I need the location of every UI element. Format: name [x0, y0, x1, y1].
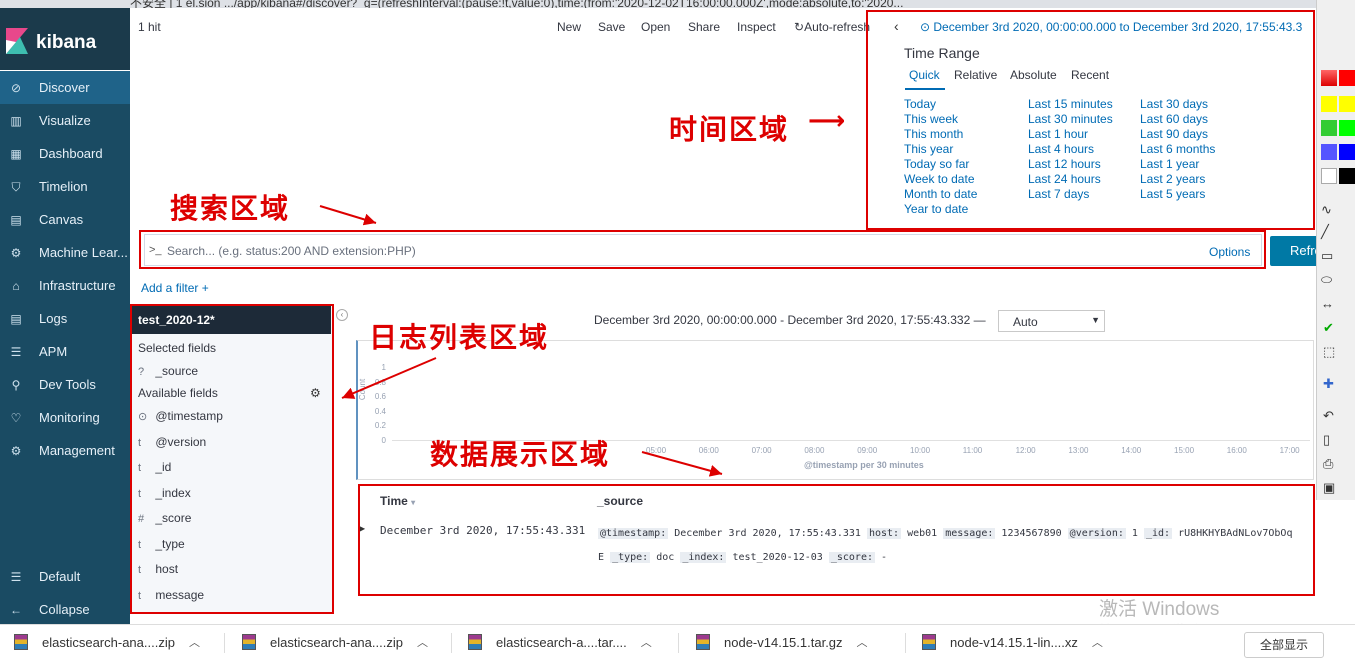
- print-icon[interactable]: ⎙: [1323, 456, 1333, 472]
- download-item[interactable]: node-v14.15.1.tar.gz ︿: [696, 625, 868, 659]
- color-green-2[interactable]: [1339, 120, 1355, 136]
- document-icon[interactable]: ▯: [1323, 432, 1330, 448]
- archive-icon: [696, 634, 710, 650]
- chevron-up-icon[interactable]: ︿: [641, 634, 652, 650]
- arrow-search: [319, 205, 377, 226]
- chevron-up-icon[interactable]: ︿: [1092, 634, 1103, 650]
- divider: [451, 633, 452, 653]
- arrow-icon[interactable]: ↔: [1321, 296, 1334, 311]
- download-item[interactable]: node-v14.15.1-lin....xz ︿: [922, 625, 1103, 659]
- drawing-palette: ∿ ╱ ▭ ⬭ ↔ ✔ ⬚ ✚ ↶ ▯ ⎙ ▣: [1316, 0, 1355, 500]
- curve-icon[interactable]: ∿: [1321, 202, 1332, 218]
- line-icon[interactable]: ╱: [1321, 224, 1329, 240]
- arrow-data: [641, 451, 723, 477]
- archive-icon: [14, 634, 28, 650]
- chevron-up-icon[interactable]: ︿: [857, 634, 868, 650]
- ellipse-icon[interactable]: ⬭: [1321, 272, 1332, 288]
- download-bar: elasticsearch-ana....zip ︿ elasticsearch-…: [0, 624, 1355, 658]
- color-red-2[interactable]: [1339, 70, 1355, 86]
- image-icon[interactable]: ▣: [1323, 480, 1335, 496]
- color-green[interactable]: [1321, 120, 1337, 136]
- archive-icon: [242, 634, 256, 650]
- divider: [678, 633, 679, 653]
- color-blue-2[interactable]: [1339, 144, 1355, 160]
- activation-watermark-title: 激活 Windows: [1099, 599, 1220, 620]
- color-black[interactable]: [1339, 168, 1355, 184]
- download-item[interactable]: elasticsearch-a....tar.... ︿: [468, 625, 652, 659]
- rectangle-icon[interactable]: ▭: [1321, 248, 1333, 264]
- color-white[interactable]: [1321, 168, 1337, 184]
- check-icon[interactable]: ✔: [1323, 320, 1334, 336]
- chevron-up-icon[interactable]: ︿: [189, 634, 200, 650]
- crop-icon[interactable]: ⬚: [1323, 344, 1335, 360]
- archive-icon: [922, 634, 936, 650]
- divider: [905, 633, 906, 653]
- download-item[interactable]: elasticsearch-ana....zip ︿: [242, 625, 428, 659]
- plus-icon[interactable]: ✚: [1323, 376, 1334, 392]
- arrow-fields: [341, 357, 437, 399]
- color-yellow[interactable]: [1321, 96, 1337, 112]
- color-yellow-2[interactable]: [1339, 96, 1355, 112]
- archive-icon: [468, 634, 482, 650]
- divider: [224, 633, 225, 653]
- undo-icon[interactable]: ↶: [1323, 408, 1334, 424]
- show-all-downloads-button[interactable]: 全部显示: [1244, 632, 1324, 658]
- download-item[interactable]: elasticsearch-ana....zip ︿: [14, 625, 200, 659]
- color-blue[interactable]: [1321, 144, 1337, 160]
- chevron-up-icon[interactable]: ︿: [417, 634, 428, 650]
- annotation-arrows: [319, 205, 723, 477]
- color-red[interactable]: [1321, 70, 1337, 86]
